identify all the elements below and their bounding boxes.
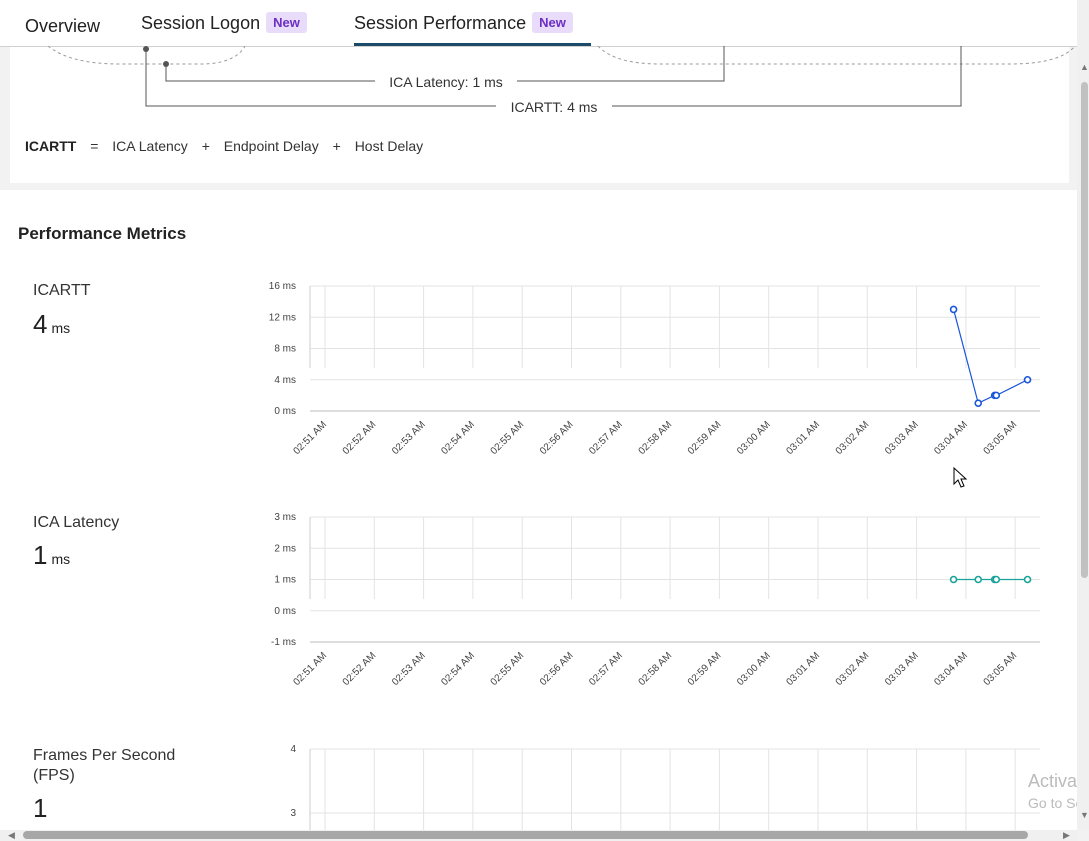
metric-ica-latency-value: 1 ms bbox=[33, 540, 70, 571]
x-tick-label: 03:03 AM bbox=[883, 650, 921, 688]
x-tick-label: 03:03 AM bbox=[883, 419, 921, 457]
y-tick-label: 0 ms bbox=[274, 606, 296, 617]
data-point bbox=[974, 399, 983, 407]
x-tick-label: 02:55 AM bbox=[489, 650, 527, 688]
x-tick-label: 03:04 AM bbox=[932, 650, 970, 688]
scroll-down-arrow-icon[interactable]: ▼ bbox=[1080, 810, 1089, 820]
x-tick-label: 03:02 AM bbox=[834, 419, 872, 457]
x-tick-label: 03:00 AM bbox=[735, 419, 773, 457]
section-title: Performance Metrics bbox=[18, 224, 187, 243]
x-tick-label: 03:01 AM bbox=[784, 419, 822, 457]
tab-session-logon[interactable]: Session Logon New bbox=[141, 12, 307, 34]
y-tick-label: 2 ms bbox=[274, 543, 296, 554]
ica-latency-chart: 3 ms 2 ms 1 ms 0 ms -1 ms 02:51 AM 02:52 AM 02:… bbox=[271, 512, 1040, 688]
x-tick-label: 02:53 AM bbox=[390, 419, 428, 457]
mouse-cursor-icon bbox=[953, 467, 968, 488]
metric-ica-latency-name: ICA Latency bbox=[33, 514, 120, 531]
fps-chart: 43 bbox=[290, 744, 1040, 830]
tab-overview-label: Overview bbox=[25, 16, 101, 36]
metric-fps-value: 1 bbox=[33, 793, 47, 824]
new-badge: New bbox=[266, 12, 307, 33]
x-tick-label: 02:53 AM bbox=[390, 650, 428, 688]
icartt-formula: ICARTT = ICA Latency + Endpoint Delay + … bbox=[25, 138, 423, 154]
x-tick-label: 02:59 AM bbox=[686, 650, 724, 688]
x-tick-label: 02:58 AM bbox=[637, 650, 675, 688]
x-tick-label: 02:52 AM bbox=[341, 419, 379, 457]
formula-equals: = bbox=[90, 138, 99, 154]
metric-icartt-unit: ms bbox=[51, 320, 71, 336]
scroll-left-arrow-icon[interactable]: ◀ bbox=[8, 830, 15, 841]
icartt-bracket bbox=[145, 46, 962, 107]
x-tick-label: 02:51 AM bbox=[291, 419, 329, 457]
tab-bar: Overview Session Logon New Session Perfor… bbox=[0, 0, 1077, 47]
scroll-up-arrow-icon[interactable]: ▲ bbox=[1080, 62, 1089, 72]
series-line bbox=[952, 309, 1028, 405]
x-tick-label: 02:54 AM bbox=[439, 650, 477, 688]
data-point bbox=[992, 575, 1001, 584]
x-tick-label: 03:05 AM bbox=[982, 419, 1020, 457]
icartt-chart: 16 ms 12 ms 8 ms 4 ms 0 ms 02:51 AM 02:52 AM 02… bbox=[269, 281, 1040, 457]
formula-plus: + bbox=[332, 138, 341, 154]
latency-diagram: ICA Latency: 1 ms ICARTT: 4 ms bbox=[47, 46, 1076, 115]
y-tick-label: 16 ms bbox=[269, 281, 296, 292]
metric-ica-latency-number: 1 bbox=[33, 540, 48, 570]
y-tick-label: -1 ms bbox=[271, 637, 296, 648]
metric-fps-name: Frames Per Second (FPS) bbox=[33, 747, 176, 784]
formula-part-endpoint-delay: Endpoint Delay bbox=[223, 138, 319, 154]
y-tick-label: 4 ms bbox=[274, 375, 296, 386]
metric-icartt-name: ICARTT bbox=[33, 282, 91, 299]
data-point bbox=[1023, 375, 1032, 384]
x-tick-label: 02:57 AM bbox=[587, 650, 625, 688]
tab-overview[interactable]: Overview bbox=[25, 16, 100, 37]
metric-ica-latency-unit: ms bbox=[51, 551, 71, 567]
x-tick-label: 02:55 AM bbox=[489, 419, 527, 457]
y-tick-label: 0 ms bbox=[274, 406, 296, 417]
horizontal-scrollbar-thumb[interactable] bbox=[23, 831, 1028, 839]
x-tick-label: 03:01 AM bbox=[784, 650, 822, 688]
host-shape bbox=[597, 46, 1076, 65]
data-point bbox=[949, 575, 958, 584]
formula-part-host-delay: Host Delay bbox=[354, 138, 424, 154]
x-tick-label: 03:00 AM bbox=[735, 650, 773, 688]
data-point bbox=[992, 391, 1001, 400]
x-tick-label: 03:05 AM bbox=[982, 650, 1020, 688]
tab-session-performance-label: Session Performance bbox=[354, 13, 527, 33]
x-tick-label: 02:57 AM bbox=[587, 419, 625, 457]
icartt-label: ICARTT: 4 ms bbox=[511, 99, 598, 115]
y-tick-label: 12 ms bbox=[269, 312, 296, 323]
y-tick-label: 3 bbox=[290, 808, 296, 819]
x-tick-label: 02:59 AM bbox=[686, 419, 724, 457]
data-point bbox=[974, 575, 983, 584]
ica-latency-label: ICA Latency: 1 ms bbox=[389, 74, 503, 90]
y-tick-label: 8 ms bbox=[274, 344, 296, 355]
y-tick-label: 1 ms bbox=[274, 575, 296, 586]
new-badge: New bbox=[532, 12, 573, 33]
x-tick-label: 02:56 AM bbox=[538, 650, 576, 688]
x-tick-label: 02:54 AM bbox=[439, 419, 477, 457]
x-tick-label: 02:58 AM bbox=[637, 419, 675, 457]
y-tick-label: 3 ms bbox=[274, 512, 296, 523]
scroll-right-arrow-icon[interactable]: ▶ bbox=[1063, 830, 1070, 841]
data-point bbox=[1023, 575, 1032, 584]
metric-icartt-value: 4 ms bbox=[33, 309, 70, 340]
x-tick-label: 02:56 AM bbox=[538, 419, 576, 457]
tab-session-performance[interactable]: Session Performance New bbox=[354, 12, 573, 34]
metric-icartt-number: 4 bbox=[33, 309, 48, 339]
formula-part-ica-latency: ICA Latency bbox=[112, 138, 188, 154]
y-tick-label: 4 bbox=[290, 744, 296, 755]
data-point bbox=[949, 305, 958, 314]
x-tick-label: 02:52 AM bbox=[341, 650, 379, 688]
vertical-scrollbar-thumb[interactable] bbox=[1081, 82, 1088, 578]
metric-fps-number: 1 bbox=[33, 793, 48, 823]
formula-plus: + bbox=[201, 138, 210, 154]
tab-session-logon-label: Session Logon bbox=[141, 13, 261, 33]
formula-term: ICARTT bbox=[25, 138, 77, 154]
x-tick-label: 02:51 AM bbox=[291, 650, 329, 688]
x-tick-label: 03:04 AM bbox=[932, 419, 970, 457]
x-tick-label: 03:02 AM bbox=[834, 650, 872, 688]
